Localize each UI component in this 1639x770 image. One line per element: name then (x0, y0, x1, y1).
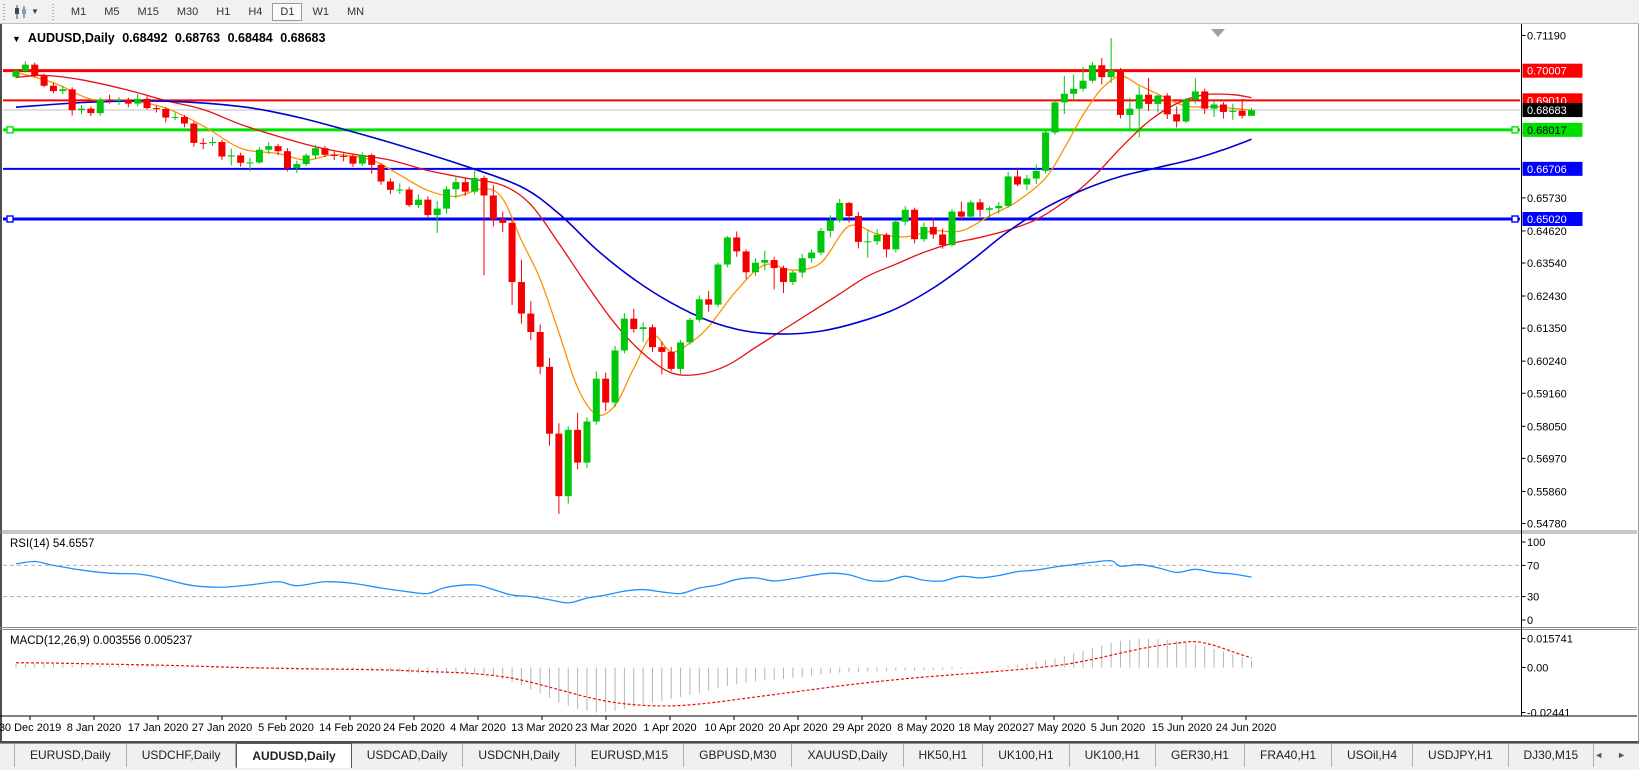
timeframe-button-mn[interactable]: MN (339, 3, 372, 21)
scroll-right-icon[interactable]: ► (1617, 750, 1626, 760)
chart-symbol: AUDUSD,Daily (28, 31, 115, 45)
timeframe-toolbar: ▼ M1M5M15M30H1H4D1W1MN (0, 0, 1639, 24)
chart-tab-xauusd-daily[interactable]: XAUUSD,Daily (792, 744, 903, 767)
chart-tab-usdjpy-h1[interactable]: USDJPY,H1 (1413, 744, 1508, 767)
chart-tab-usdcnh-daily[interactable]: USDCNH,Daily (463, 744, 575, 767)
ohlc-open: 0.68492 (122, 31, 167, 45)
candlestick-chart-icon[interactable] (13, 4, 29, 20)
timeframe-button-w1[interactable]: W1 (304, 3, 337, 21)
chart-tab-usdchf-daily[interactable]: USDCHF,Daily (127, 744, 237, 767)
scroll-left-icon[interactable]: ◄ (1594, 750, 1603, 760)
ohlc-close: 0.68683 (280, 31, 325, 45)
chart-tab-dj30-m15[interactable]: DJ30,M15 (1509, 744, 1595, 767)
timeframe-button-m30[interactable]: M30 (169, 3, 206, 21)
ohlc-low: 0.68484 (228, 31, 273, 45)
toolbar-separator (51, 4, 56, 20)
chart-tab-bar: EURUSD,DailyUSDCHF,DailyAUDUSD,DailyUSDC… (0, 743, 1639, 770)
chevron-down-icon[interactable]: ▼ (12, 34, 21, 44)
timeframe-button-d1[interactable]: D1 (272, 3, 302, 21)
timeframe-button-h4[interactable]: H4 (240, 3, 270, 21)
chart-window[interactable]: ▼ AUDUSD,Daily 0.68492 0.68763 0.68484 0.… (0, 23, 1639, 743)
chart-tab-uk100-h1[interactable]: UK100,H1 (1070, 744, 1156, 767)
ohlc-high: 0.68763 (175, 31, 220, 45)
chart-tab-uk100-h1[interactable]: UK100,H1 (983, 744, 1069, 767)
timeframe-buttons: M1M5M15M30H1H4D1W1MN (62, 3, 373, 21)
chart-tab-ger30-h1[interactable]: GER30,H1 (1156, 744, 1245, 767)
chart-ohlc-title: ▼ AUDUSD,Daily 0.68492 0.68763 0.68484 0.… (12, 31, 329, 45)
chart-tab-hk50-h1[interactable]: HK50,H1 (904, 744, 984, 767)
macd-indicator-label: MACD(12,26,9) 0.003556 0.005237 (10, 635, 192, 647)
timeframe-button-m15[interactable]: M15 (129, 3, 166, 21)
timeframe-button-h1[interactable]: H1 (208, 3, 238, 21)
chart-tab-audusd-daily[interactable]: AUDUSD,Daily (236, 743, 351, 768)
timeframe-button-m5[interactable]: M5 (96, 3, 127, 21)
chart-tab-usdcad-daily[interactable]: USDCAD,Daily (352, 744, 464, 767)
timeframe-button-m1[interactable]: M1 (63, 3, 94, 21)
chart-tab-eurusd-m15[interactable]: EURUSD,M15 (576, 744, 684, 767)
chart-tabs: EURUSD,DailyUSDCHF,DailyAUDUSD,DailyUSDC… (14, 744, 1594, 767)
chart-tab-gbpusd-m30[interactable]: GBPUSD,M30 (684, 744, 792, 767)
rsi-indicator-label: RSI(14) 54.6557 (10, 538, 94, 550)
chart-tab-usoil-h4[interactable]: USOil,H4 (1332, 744, 1413, 767)
chart-tab-fra40-h1[interactable]: FRA40,H1 (1245, 744, 1332, 767)
chevron-down-icon[interactable]: ▼ (31, 7, 39, 16)
toolbar-grip[interactable] (2, 4, 7, 20)
chart-tab-eurusd-daily[interactable]: EURUSD,Daily (14, 744, 127, 767)
tab-scroll-buttons: ◄ ► (1594, 744, 1626, 760)
